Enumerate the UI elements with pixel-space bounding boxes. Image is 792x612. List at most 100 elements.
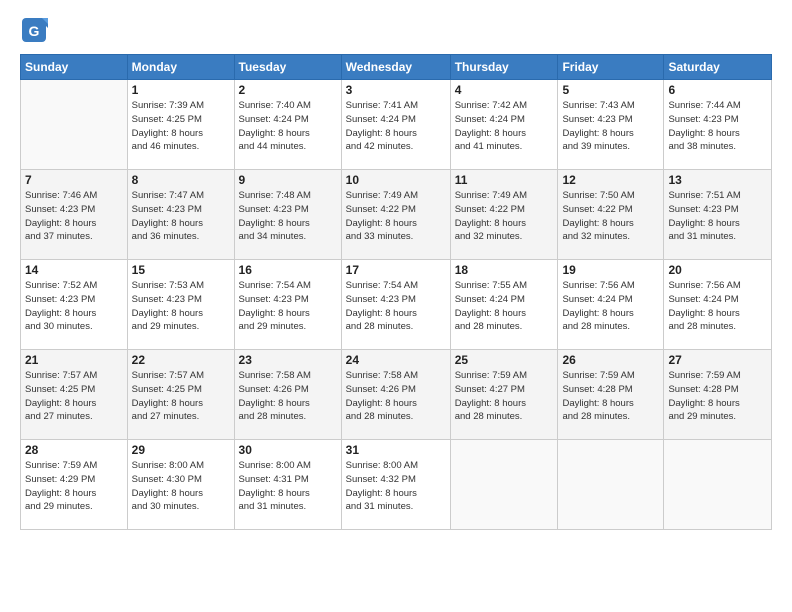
day-number: 8 [132, 173, 230, 187]
cell-line: Sunrise: 7:40 AM [239, 100, 311, 111]
cell-details: Sunrise: 7:55 AMSunset: 4:24 PMDaylight:… [455, 279, 554, 334]
week-row-4: 21 Sunrise: 7:57 AMSunset: 4:25 PMDayligh… [21, 350, 772, 440]
cell-details: Sunrise: 7:40 AM Sunset: 4:24 PM Daylight:… [239, 99, 337, 154]
cell-line: Sunset: 4:23 PM [239, 294, 309, 305]
cell-line: Sunrise: 7:59 AM [25, 460, 97, 471]
calendar-cell: 23Sunrise: 7:58 AMSunset: 4:26 PMDayligh… [234, 350, 341, 440]
cell-line: Sunrise: 8:00 AM [132, 460, 204, 471]
day-number: 31 [346, 443, 446, 457]
calendar-page: G SundayMondayTuesdayWednesdayThursdayFr… [0, 0, 792, 612]
cell-line: Sunset: 4:24 PM [239, 114, 309, 125]
cell-line: and 32 minutes. [455, 231, 523, 242]
calendar-cell: 30Sunrise: 8:00 AMSunset: 4:31 PMDayligh… [234, 440, 341, 530]
cell-line: and 28 minutes. [562, 321, 630, 332]
cell-details: Sunrise: 7:58 AMSunset: 4:26 PMDaylight:… [346, 369, 446, 424]
cell-line: Sunrise: 7:52 AM [25, 280, 97, 291]
week-row-1: 1Sunrise: 7:39 AMSunset: 4:25 PMDaylight… [21, 80, 772, 170]
cell-line: Sunset: 4:22 PM [562, 204, 632, 215]
day-number: 26 [562, 353, 659, 367]
cell-line: Sunset: 4:31 PM [239, 474, 309, 485]
cell-line: Sunset: 4:24 PM [562, 294, 632, 305]
calendar-cell: 17Sunrise: 7:54 AMSunset: 4:23 PMDayligh… [341, 260, 450, 350]
col-header-friday: Friday [558, 55, 664, 80]
cell-line: Daylight: 8 hours [25, 398, 96, 409]
col-header-tuesday: Tuesday [234, 55, 341, 80]
cell-line: Sunset: 4:24 PM [346, 114, 416, 125]
day-number: 7 [25, 173, 123, 187]
day-number: 10 [346, 173, 446, 187]
cell-line: Daylight: 8 hours [132, 128, 203, 139]
cell-line: Sunset: 4:28 PM [562, 384, 632, 395]
cell-line: Daylight: 8 hours [239, 128, 310, 139]
day-number: 19 [562, 263, 659, 277]
cell-line: Sunset: 4:22 PM [455, 204, 525, 215]
cell-line: Sunrise: 7:58 AM [346, 370, 418, 381]
calendar-cell: 14Sunrise: 7:52 AMSunset: 4:23 PMDayligh… [21, 260, 128, 350]
cell-line: and 46 minutes. [132, 141, 200, 152]
cell-details: Sunrise: 7:42 AMSunset: 4:24 PMDaylight:… [455, 99, 554, 154]
cell-line: Sunrise: 7:56 AM [668, 280, 740, 291]
cell-line: Daylight: 8 hours [346, 128, 417, 139]
cell-line: Sunset: 4:25 PM [132, 384, 202, 395]
calendar-cell: 24 Sunrise: 7:58 AMSunset: 4:26 PMDayligh… [341, 350, 450, 440]
cell-line: and 30 minutes. [25, 321, 93, 332]
cell-line: Sunrise: 7:48 AM [239, 190, 311, 201]
calendar-cell: 20Sunrise: 7:56 AMSunset: 4:24 PMDayligh… [664, 260, 772, 350]
day-number: 11 [455, 173, 554, 187]
cell-details: Sunrise: 7:59 AMSunset: 4:29 PMDaylight:… [25, 459, 123, 514]
calendar-cell: 8 Sunrise: 7:47 AMSunset: 4:23 PMDaylight… [127, 170, 234, 260]
cell-details: Sunrise: 7:47 AMSunset: 4:23 PMDaylight:… [132, 189, 230, 244]
calendar-cell: 7Sunrise: 7:46 AMSunset: 4:23 PMDaylight… [21, 170, 128, 260]
calendar-cell: 12Sunrise: 7:50 AMSunset: 4:22 PMDayligh… [558, 170, 664, 260]
cell-details: Sunrise: 7:57 AMSunset: 4:25 PMDaylight:… [132, 369, 230, 424]
cell-line: Daylight: 8 hours [668, 308, 739, 319]
cell-details: Sunrise: 7:49 AMSunset: 4:22 PMDaylight:… [346, 189, 446, 244]
cell-line: Sunrise: 7:49 AM [455, 190, 527, 201]
cell-line: Sunset: 4:23 PM [346, 294, 416, 305]
day-number: 3 [346, 83, 446, 97]
cell-line: and 44 minutes. [239, 141, 307, 152]
calendar-cell: 2Sunrise: 7:40 AMSunset: 4:24 PMDaylight… [234, 80, 341, 170]
cell-line: Sunset: 4:23 PM [239, 204, 309, 215]
day-number: 17 [346, 263, 446, 277]
calendar-cell [450, 440, 558, 530]
day-number: 1 [132, 83, 230, 97]
calendar-cell [664, 440, 772, 530]
day-number: 23 [239, 353, 337, 367]
logo: G [20, 16, 52, 44]
cell-line: Sunrise: 7:49 AM [346, 190, 418, 201]
cell-line: and 29 minutes. [25, 501, 93, 512]
cell-line: Daylight: 8 hours [132, 488, 203, 499]
day-number: 12 [562, 173, 659, 187]
cell-line: Sunrise: 7:46 AM [25, 190, 97, 201]
calendar-cell: 9Sunrise: 7:48 AMSunset: 4:23 PMDaylight… [234, 170, 341, 260]
day-number: 29 [132, 443, 230, 457]
cell-line: and 28 minutes. [455, 321, 523, 332]
col-header-monday: Monday [127, 55, 234, 80]
cell-line: and 33 minutes. [346, 231, 414, 242]
cell-details: Sunrise: 7:43 AMSunset: 4:23 PMDaylight:… [562, 99, 659, 154]
cell-details: Sunrise: 8:00 AM Sunset: 4:30 PM Daylight:… [132, 459, 230, 514]
day-number: 20 [668, 263, 767, 277]
cell-details: Sunrise: 7:48 AMSunset: 4:23 PMDaylight:… [239, 189, 337, 244]
cell-details: Sunrise: 7:59 AMSunset: 4:28 PMDaylight:… [562, 369, 659, 424]
cell-details: Sunrise: 7:54 AMSunset: 4:23 PMDaylight:… [239, 279, 337, 334]
day-number: 24 [346, 353, 446, 367]
cell-line: Sunrise: 7:47 AM [132, 190, 204, 201]
cell-line: and 42 minutes. [346, 141, 414, 152]
cell-line: Sunset: 4:23 PM [25, 294, 95, 305]
cell-line: Sunset: 4:25 PM [132, 114, 202, 125]
day-number: 21 [25, 353, 123, 367]
cell-line: Sunset: 4:30 PM [132, 474, 202, 485]
week-row-3: 14Sunrise: 7:52 AMSunset: 4:23 PMDayligh… [21, 260, 772, 350]
calendar-cell: 27Sunrise: 7:59 AMSunset: 4:28 PMDayligh… [664, 350, 772, 440]
cell-line: Sunrise: 7:56 AM [562, 280, 634, 291]
day-number: 25 [455, 353, 554, 367]
cell-line: Sunrise: 8:00 AM [346, 460, 418, 471]
day-number: 5 [562, 83, 659, 97]
cell-line: Daylight: 8 hours [239, 308, 310, 319]
calendar-cell: 6Sunrise: 7:44 AMSunset: 4:23 PMDaylight… [664, 80, 772, 170]
cell-line: Sunset: 4:24 PM [455, 114, 525, 125]
cell-line: and 27 minutes. [132, 411, 200, 422]
cell-line: and 28 minutes. [346, 321, 414, 332]
